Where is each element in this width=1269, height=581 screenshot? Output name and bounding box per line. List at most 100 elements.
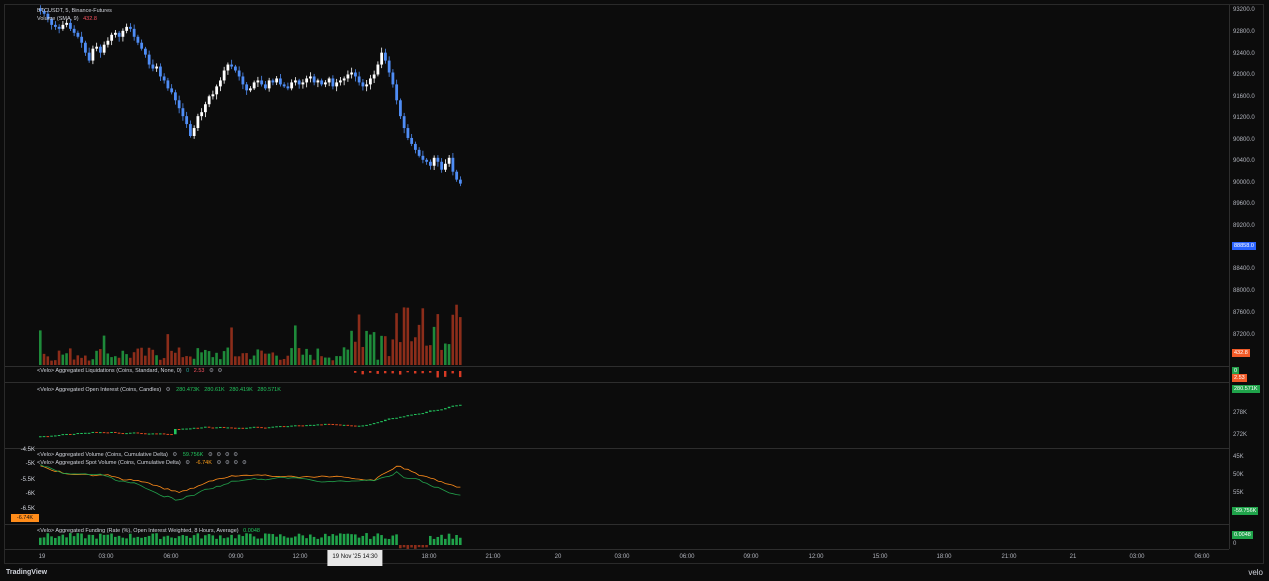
volume-bar — [226, 347, 230, 365]
crosshair-time-label: 19 Nov '25 14:30 — [327, 550, 383, 566]
volume-bar — [395, 313, 398, 365]
volume-bar — [432, 326, 436, 365]
candle-body — [140, 42, 144, 49]
time-tick: 21:00 — [1001, 554, 1017, 560]
open-interest-candle — [39, 436, 42, 438]
open-interest-candle — [354, 425, 357, 427]
symbol-legend[interactable]: BTCUSDT, 5, Binance-Futures — [37, 8, 112, 14]
volume-bar — [106, 353, 110, 365]
open-interest-candle — [114, 431, 117, 433]
funding-bar — [245, 533, 248, 545]
open-interest-candle — [312, 424, 316, 426]
liquidations-legend[interactable]: <Velo> Aggregated Liquidations (Coins, S… — [37, 368, 223, 374]
funding-bar — [219, 535, 222, 545]
oi-axis-label: 278K — [1233, 410, 1248, 416]
candle-body — [76, 32, 80, 37]
volume-bar — [436, 314, 440, 365]
legend-settings-icon[interactable]: ⚙ — [185, 460, 191, 466]
tradingview-logo[interactable]: TradingView — [6, 569, 47, 576]
open-interest-candle — [387, 418, 391, 420]
time-tick: 21 — [1069, 554, 1077, 560]
funding-bar — [301, 535, 305, 545]
candle-body — [440, 161, 444, 170]
funding-bar — [125, 538, 128, 545]
time-tick: 21:00 — [485, 554, 501, 560]
volume-bar — [365, 330, 368, 365]
funding-bar — [155, 533, 158, 545]
price-label: 92400.0 — [1233, 51, 1255, 57]
candle-body — [106, 40, 110, 45]
open-interest-candle — [121, 433, 125, 435]
candle-body — [61, 24, 65, 29]
volume-bar — [102, 335, 106, 365]
price-label: 92800.0 — [1233, 29, 1255, 35]
liquidation-bar — [391, 371, 394, 374]
candle-body — [155, 66, 159, 69]
funding-bar — [357, 537, 361, 545]
open-interest-candle — [181, 428, 185, 430]
candle-body — [294, 80, 297, 83]
candle-body — [65, 22, 69, 25]
volume-bar — [207, 351, 211, 365]
volume-bar — [425, 345, 428, 365]
legend-actions-icon[interactable]: ⚙ ⚙ ⚙ ⚙ — [208, 452, 239, 458]
candle-body — [166, 80, 170, 89]
pane-divider[interactable] — [5, 448, 1229, 449]
open-interest-candle — [372, 423, 376, 425]
funding-bar — [256, 538, 260, 545]
legend-settings-icon[interactable]: ⚙ — [166, 387, 172, 393]
legend-settings-icon[interactable]: ⚙ ⚙ — [209, 368, 223, 374]
pane-divider[interactable] — [5, 366, 1229, 367]
volume-bar — [271, 352, 275, 365]
volume-bar — [215, 352, 218, 365]
funding-bar — [312, 536, 316, 545]
price-chart-canvas[interactable] — [5, 5, 1229, 549]
time-axis[interactable]: 19 03:00 06:00 09:00 12:00 19 Nov '25 14… — [5, 549, 1229, 566]
open-interest-candle — [421, 413, 425, 415]
funding-bar — [106, 534, 110, 545]
funding-bar — [425, 545, 428, 548]
open-interest-candle — [432, 410, 436, 412]
funding-bar — [350, 534, 353, 545]
volume-bar — [279, 359, 282, 365]
agg-volume-legend[interactable]: <Velo> Aggregated Volume (Coins, Cumulat… — [37, 452, 239, 458]
funding-bar — [117, 535, 121, 545]
open-interest-badge: 280.571K — [1232, 385, 1260, 393]
funding-legend[interactable]: <Velo> Aggregated Funding (Rate (%), Ope… — [37, 528, 260, 534]
volume-legend[interactable]: Volume (SMA, 9) 432.8 — [37, 16, 97, 22]
candle-body — [117, 32, 121, 37]
pane-divider[interactable] — [5, 382, 1229, 383]
legend-actions-icon[interactable]: ⚙ ⚙ ⚙ ⚙ — [216, 460, 247, 466]
funding-bar — [417, 545, 421, 548]
funding-bar — [129, 533, 132, 545]
candle-body — [350, 72, 354, 75]
funding-bar — [102, 534, 106, 545]
volume-bar — [211, 357, 215, 365]
price-axis[interactable]: 93200.0 92800.0 92400.0 92000.0 91600.0 … — [1229, 5, 1265, 549]
open-interest-candle — [256, 426, 260, 428]
candle-body — [402, 116, 406, 129]
open-interest-legend[interactable]: <Velo> Aggregated Open Interest (Coins, … — [37, 387, 281, 393]
candle-body — [421, 155, 425, 160]
funding-bar — [459, 537, 462, 545]
open-interest-candle — [189, 428, 192, 430]
candle-body — [267, 80, 271, 89]
candle-body — [429, 161, 432, 166]
candle-body — [222, 70, 226, 81]
volume-bar — [447, 344, 451, 365]
agg-volume-label: <Velo> Aggregated Volume (Coins, Cumulat… — [37, 452, 168, 458]
candle-body — [384, 52, 387, 61]
candle-body — [174, 92, 177, 101]
candle-body — [185, 116, 189, 125]
volume-bar — [132, 352, 136, 365]
symbol-title: BTCUSDT, 5, Binance-Futures — [37, 8, 112, 14]
funding-bar — [84, 538, 87, 545]
pane-divider[interactable] — [5, 524, 1229, 525]
legend-settings-icon[interactable]: ⚙ — [172, 452, 178, 458]
spot-volume-legend[interactable]: <Velo> Aggregated Spot Volume (Coins, Cu… — [37, 460, 248, 466]
chart-area[interactable]: BTCUSDT, 5, Binance-Futures Volume (SMA,… — [4, 4, 1265, 566]
candle-body — [237, 70, 241, 77]
time-tick: 18:00 — [421, 554, 437, 560]
volume-bar — [327, 357, 331, 365]
funding-bar — [380, 535, 383, 545]
